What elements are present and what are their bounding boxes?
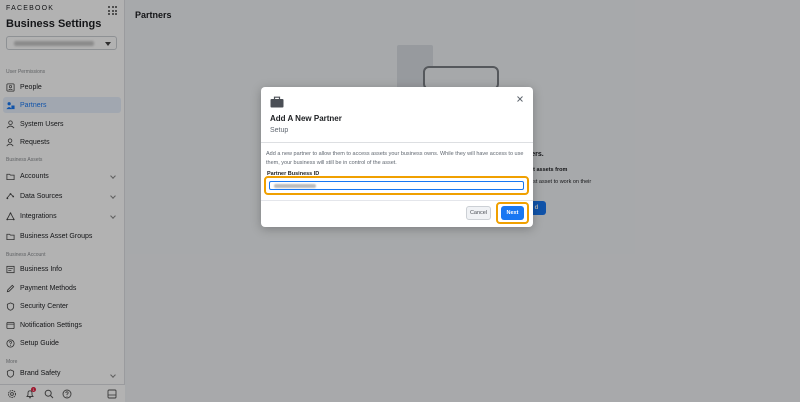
dialog-step: Setup: [270, 127, 289, 134]
dialog-header: Add A New Partner Setup: [261, 87, 533, 143]
briefcase-icon: [270, 96, 284, 108]
dialog-title: Add A New Partner: [270, 114, 342, 123]
next-button-highlight: Next: [496, 202, 529, 224]
dialog-divider: [261, 200, 533, 201]
partner-business-id-input[interactable]: [269, 181, 524, 190]
close-icon[interactable]: [516, 95, 524, 103]
dialog-description: Add a new partner to allow them to acces…: [266, 151, 524, 166]
add-partner-dialog: Add A New Partner Setup Add a new partne…: [261, 87, 533, 227]
business-id-value-redacted: [274, 184, 316, 188]
next-button[interactable]: Next: [501, 206, 524, 220]
partner-business-id-highlight: [264, 176, 529, 195]
cancel-button[interactable]: Cancel: [466, 206, 491, 220]
